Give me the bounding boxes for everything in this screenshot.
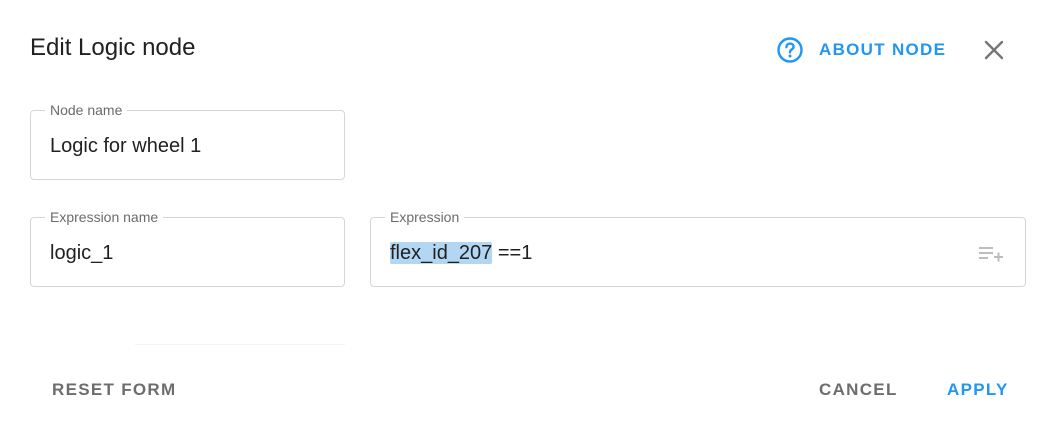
- expression-rest-text: ==1: [492, 242, 533, 264]
- dialog-title: Edit Logic node: [30, 34, 196, 61]
- expression-field[interactable]: Expression flex_id_207 ==1: [370, 209, 1026, 287]
- cancel-button[interactable]: CANCEL: [819, 380, 898, 400]
- expression-label: Expression: [385, 209, 465, 225]
- node-name-label: Node name: [45, 102, 128, 118]
- apply-button[interactable]: APPLY: [947, 380, 1009, 400]
- divider: [135, 344, 345, 345]
- expression-name-field[interactable]: Expression name logic_1: [30, 209, 345, 287]
- expression-name-label: Expression name: [45, 209, 164, 225]
- help-circle-icon: [776, 36, 804, 64]
- expression-selected-text: flex_id_207: [390, 242, 493, 264]
- node-name-field[interactable]: Node name Logic for wheel 1: [30, 102, 345, 180]
- expression-input[interactable]: flex_id_207 ==1: [390, 240, 532, 266]
- node-name-input[interactable]: Logic for wheel 1: [50, 133, 201, 159]
- about-node-label: ABOUT NODE: [819, 40, 947, 59]
- edit-logic-node-dialog: Edit Logic node ABOUT NODE Node name Log…: [0, 0, 1056, 435]
- reset-form-button[interactable]: RESET FORM: [52, 380, 176, 400]
- about-node-button[interactable]: ABOUT NODE: [776, 36, 946, 64]
- expression-name-input[interactable]: logic_1: [50, 240, 113, 266]
- close-icon: [984, 40, 1004, 60]
- close-button[interactable]: [980, 36, 1008, 64]
- playlist-add-icon[interactable]: [977, 242, 1005, 266]
